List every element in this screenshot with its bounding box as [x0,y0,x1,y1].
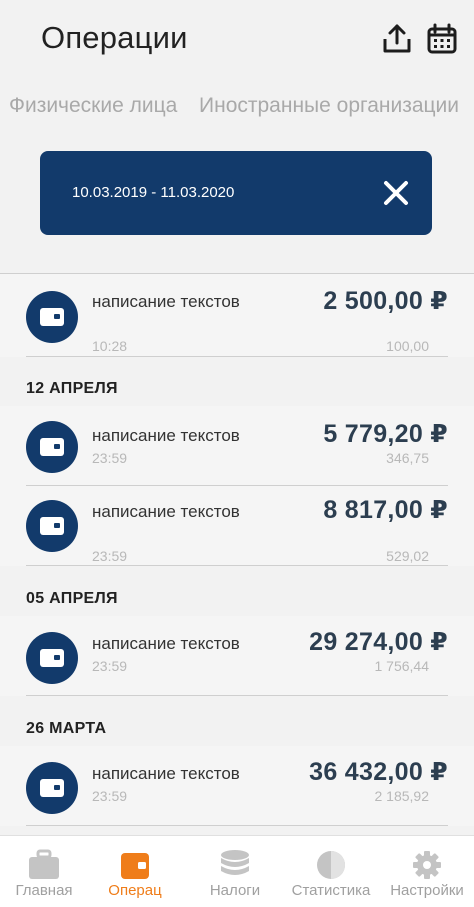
nav-label: Налоги [209,882,261,899]
wallet-avatar [26,500,78,552]
divider [26,356,448,357]
operation-item[interactable]: написание текстов 10:28 2 500,00 ₽ 100,0… [0,274,474,357]
wallet-icon [40,779,64,797]
operation-time: 10:28 [92,338,128,354]
operation-amount: 29 274,00 ₽ [309,628,448,656]
operation-name: написание текстов [92,502,240,521]
wallet-avatar [26,421,78,473]
close-icon[interactable] [380,177,412,209]
operation-item[interactable]: написание текстов 23:59 29 274,00 ₽ 1 75… [0,616,474,696]
wallet-icon [121,853,149,879]
briefcase-icon [29,849,59,879]
operation-name: написание текстов [92,426,240,445]
app-screen: Операции Физические лица Иностранные орг… [0,0,474,907]
wallet-icon [40,517,64,535]
operation-time: 23:59 [92,658,128,674]
operation-amount: 36 432,00 ₽ [309,758,448,786]
wallet-icon [40,308,64,326]
divider [26,825,448,826]
operation-name: написание текстов [92,292,240,311]
divider [26,695,448,696]
operation-time: 23:59 [92,450,128,466]
tab-foreign-organizations[interactable]: Иностранные организации [199,94,459,118]
pie-chart-icon [317,851,345,879]
section-date: 05 АПРЕЛЯ [26,590,118,607]
operation-fee: 1 756,44 [374,658,430,674]
operation-amount: 8 817,00 ₽ [323,496,448,524]
operation-item[interactable]: написание текстов 23:59 36 432,00 ₽ 2 18… [0,746,474,826]
coins-icon [221,850,249,875]
nav-home[interactable]: Главная [0,836,94,907]
operation-fee: 2 185,92 [374,788,430,804]
date-range-text: 10.03.2019 - 11.03.2020 [72,184,235,201]
nav-taxes[interactable]: Налоги [185,836,285,907]
nav-label: Настройки [390,882,464,899]
wallet-avatar [26,291,78,343]
divider [26,565,448,566]
wallet-icon [40,649,64,667]
share-icon[interactable] [380,22,414,56]
tab-individuals[interactable]: Физические лица [9,94,177,118]
section-date: 26 МАРТА [26,720,107,737]
operation-fee: 529,02 [386,548,429,564]
operation-amount: 2 500,00 ₽ [323,287,448,315]
bottom-navigation: Главная Операц Налоги Статистика Настрой… [0,835,474,907]
wallet-avatar [26,762,78,814]
operation-time: 23:59 [92,788,128,804]
nav-statistics[interactable]: Статистика [281,836,381,907]
date-filter-chip[interactable]: 10.03.2019 - 11.03.2020 [40,151,432,235]
wallet-icon [40,438,64,456]
nav-label: Главная [15,882,73,899]
gear-icon [413,851,441,879]
operation-item[interactable]: написание текстов 23:59 8 817,00 ₽ 529,0… [0,486,474,566]
nav-label: Операц [108,882,162,899]
operation-fee: 346,75 [386,450,429,466]
category-tabs: Физические лица Иностранные организации [0,94,474,128]
page-title: Операции [41,20,188,55]
nav-operations[interactable]: Операц [85,836,185,907]
operation-name: написание текстов [92,764,240,783]
operation-name: написание текстов [92,634,240,653]
header: Операции [0,0,474,84]
nav-settings[interactable]: Настройки [377,836,474,907]
operation-time: 23:59 [92,548,128,564]
operation-fee: 100,00 [386,338,429,354]
operation-item[interactable]: написание текстов 23:59 5 779,20 ₽ 346,7… [0,406,474,486]
wallet-avatar [26,632,78,684]
nav-label: Статистика [291,882,371,899]
section-date: 12 АПРЕЛЯ [26,380,118,397]
operation-amount: 5 779,20 ₽ [323,420,448,448]
calendar-icon[interactable] [425,22,459,56]
